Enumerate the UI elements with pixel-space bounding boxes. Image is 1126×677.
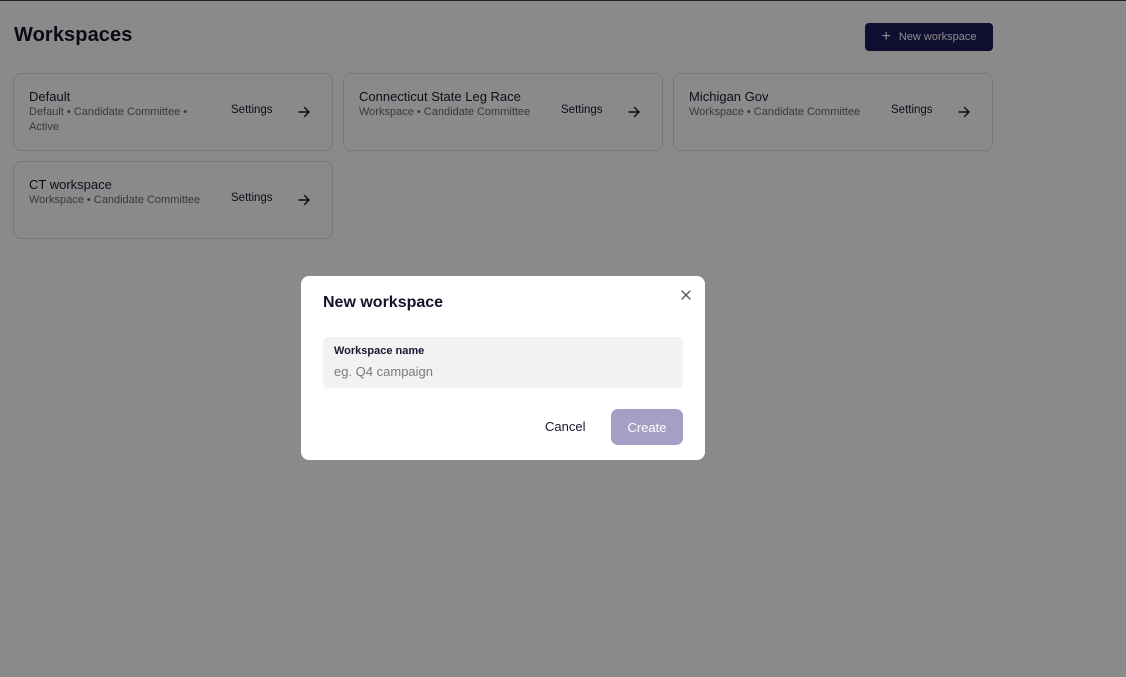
workspace-name-label: Workspace name: [334, 345, 425, 357]
new-workspace-dialog: New workspace Workspace name Cancel Crea…: [301, 276, 705, 460]
dialog-title: New workspace: [323, 294, 444, 311]
workspace-name-field[interactable]: Workspace name: [323, 337, 683, 388]
create-button[interactable]: Create: [611, 409, 683, 445]
workspace-name-input[interactable]: [334, 362, 664, 380]
cancel-button[interactable]: Cancel: [545, 419, 585, 434]
close-icon[interactable]: [679, 288, 693, 302]
